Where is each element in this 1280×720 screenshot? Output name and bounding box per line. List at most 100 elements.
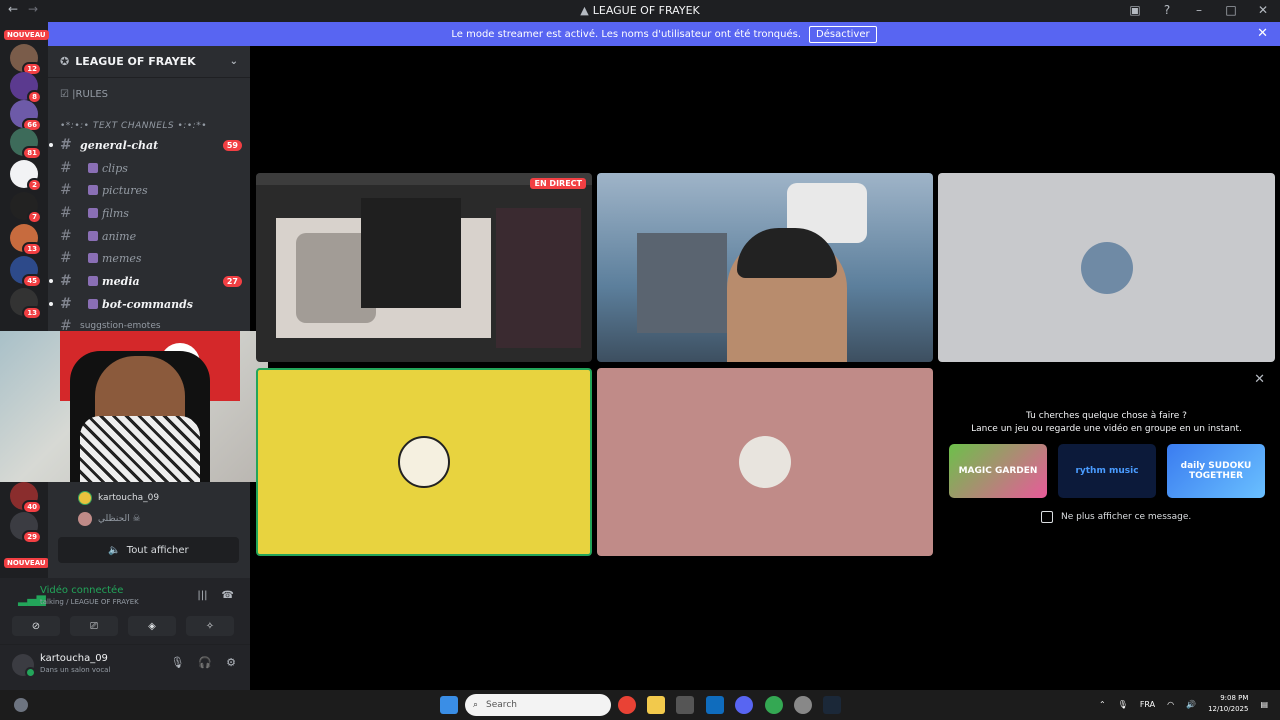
headphones-icon[interactable]: 🎧 — [198, 656, 212, 669]
disconnect-icon[interactable]: ☎ — [222, 590, 234, 601]
streamer-mode-banner: Le mode streamer est activé. Les noms d'… — [48, 22, 1280, 46]
inbox-icon[interactable]: ▣ — [1128, 3, 1142, 17]
server-boost-icon: ✪ — [60, 55, 70, 68]
channel-pictures[interactable]: # pictures — [60, 180, 242, 200]
microphone-icon[interactable]: 🎙 — [1118, 700, 1128, 709]
chevron-up-icon[interactable]: ⌃ — [1099, 700, 1106, 709]
channel-bot-commands[interactable]: # bot-commands — [49, 294, 242, 314]
outlook-icon[interactable] — [706, 696, 724, 714]
connection-status[interactable]: Vidéo connectée — [40, 585, 123, 596]
checkbox[interactable] — [1041, 511, 1053, 523]
avatar — [78, 491, 92, 505]
close-icon[interactable]: ✕ — [1256, 3, 1270, 17]
server-icon[interactable]: 13 — [10, 288, 42, 320]
volume-icon[interactable]: 🔊 — [1186, 700, 1196, 709]
webcam-tile[interactable] — [597, 173, 933, 362]
connection-channel[interactable]: talking / LEAGUE OF FRAYEK — [40, 598, 139, 606]
participant-tile[interactable] — [597, 368, 933, 556]
soundboard-icon[interactable]: ✧ — [186, 616, 234, 636]
avatar[interactable] — [12, 654, 36, 678]
windows-start-icon[interactable] — [440, 696, 458, 714]
channel-emoji-icon — [88, 276, 98, 286]
app-icon[interactable] — [794, 696, 812, 714]
avatar — [398, 436, 450, 488]
voice-user[interactable]: kartoucha_09 — [78, 490, 159, 506]
discord-icon[interactable] — [735, 696, 753, 714]
server-icon[interactable]: 8 — [10, 72, 42, 104]
server-header[interactable]: ✪ LEAGUE OF FRAYEK ⌄ — [48, 46, 250, 78]
hash-icon: # — [60, 296, 72, 312]
screen-share-icon[interactable]: ⎚ — [70, 616, 118, 636]
channel-general-chat[interactable]: # general-chat 59 — [49, 135, 242, 155]
screen-share-tile[interactable]: EN DIRECT — [256, 173, 592, 362]
checkbox-icon: ☑ — [60, 89, 73, 100]
widgets-icon[interactable] — [14, 698, 28, 712]
server-logo-icon: ▲ — [580, 4, 589, 17]
disable-streamer-button[interactable]: Désactiver — [809, 25, 877, 43]
channel-anime[interactable]: # anime — [60, 226, 242, 246]
chevron-down-icon[interactable]: ⌄ — [230, 56, 238, 67]
channel-media[interactable]: # media 27 — [49, 271, 242, 291]
window-title: ▲ LEAGUE OF FRAYEK — [580, 4, 700, 17]
voice-user[interactable]: الحنظلي ☠ — [78, 511, 141, 527]
hash-icon: # — [60, 182, 72, 198]
dont-show-checkbox[interactable]: Ne plus afficher ce message. — [1041, 511, 1191, 523]
close-icon[interactable]: ✕ — [1254, 372, 1265, 387]
dropdown-menu — [361, 198, 461, 308]
username[interactable]: kartoucha_09 — [40, 653, 108, 664]
server-icon[interactable]: 7 — [10, 192, 42, 224]
clock[interactable]: 9:08 PM 12/10/2025 — [1208, 693, 1248, 715]
activity-title: Tu cherches quelque chose à faire ? Lanc… — [971, 411, 1242, 434]
channel-emoji-icon — [88, 299, 98, 309]
noise-suppression-icon[interactable]: ||| — [197, 590, 207, 601]
participant-tile[interactable] — [938, 173, 1275, 362]
activity-icon[interactable]: ◈ — [128, 616, 176, 636]
show-all-button[interactable]: 🔈 Tout afficher — [58, 537, 239, 563]
microphone-icon[interactable]: 🎙 — [170, 656, 184, 669]
chrome-icon[interactable] — [618, 696, 636, 714]
game-magic-garden[interactable]: MAGIC GARDEN — [949, 444, 1047, 498]
new-tag: NOUVEAU — [4, 30, 49, 40]
activity-suggestion-panel: ✕ Tu cherches quelque chose à faire ? La… — [938, 368, 1275, 556]
avatar — [1080, 241, 1133, 294]
file-explorer-icon[interactable] — [647, 696, 665, 714]
taskbar-search[interactable]: ⌕ Search — [465, 694, 611, 716]
minimize-icon[interactable]: – — [1192, 3, 1206, 17]
hash-icon: # — [60, 137, 72, 153]
wifi-icon[interactable]: ◠ — [1167, 700, 1174, 709]
channel-films[interactable]: # films — [60, 203, 242, 223]
channel-emoji-icon — [88, 208, 98, 218]
channel-memes[interactable]: # memes — [60, 248, 242, 268]
notification-icon[interactable]: ▤ — [1260, 700, 1268, 709]
close-banner-icon[interactable]: ✕ — [1257, 26, 1268, 41]
category-text-channels[interactable]: •*:•:• TEXT CHANNELS •:•:*• — [60, 121, 207, 131]
settings-gear-icon[interactable]: ⚙ — [226, 656, 236, 669]
server-icon[interactable]: 81 — [10, 128, 42, 160]
live-badge: EN DIRECT — [530, 178, 586, 189]
server-icon[interactable]: 29 — [10, 512, 42, 544]
store-icon[interactable] — [676, 696, 694, 714]
rules-channel[interactable]: ☑ |RULES — [60, 89, 108, 100]
chrome-alt-icon[interactable] — [765, 696, 783, 714]
server-icon[interactable]: 66 — [10, 100, 42, 132]
hash-icon: # — [60, 273, 72, 289]
camera-off-icon[interactable]: ⊘ — [12, 616, 60, 636]
participant-tile-speaking[interactable] — [256, 368, 592, 556]
server-icon[interactable]: 45 — [10, 256, 42, 288]
server-icon[interactable]: 12 — [10, 44, 42, 76]
game-rythm[interactable]: rythm music — [1058, 444, 1156, 498]
channel-emoji-icon — [88, 231, 98, 241]
language-indicator[interactable]: FRA — [1140, 700, 1155, 709]
help-icon[interactable]: ? — [1160, 3, 1174, 17]
steam-icon[interactable] — [823, 696, 841, 714]
server-icon[interactable]: 40 — [10, 482, 42, 514]
server-icon[interactable]: 2 — [10, 160, 42, 192]
channel-emoji-icon — [88, 185, 98, 195]
maximize-icon[interactable]: □ — [1224, 3, 1238, 17]
voice-connection-panel: ▂▄▆ Vidéo connectée talking / LEAGUE OF … — [0, 578, 250, 644]
hash-icon: # — [60, 228, 72, 244]
server-icon[interactable]: 13 — [10, 224, 42, 256]
game-sudoku[interactable]: daily SUDOKU TOGETHER — [1167, 444, 1265, 498]
channel-clips[interactable]: # clips — [60, 158, 242, 178]
recommendations-list — [496, 208, 581, 348]
